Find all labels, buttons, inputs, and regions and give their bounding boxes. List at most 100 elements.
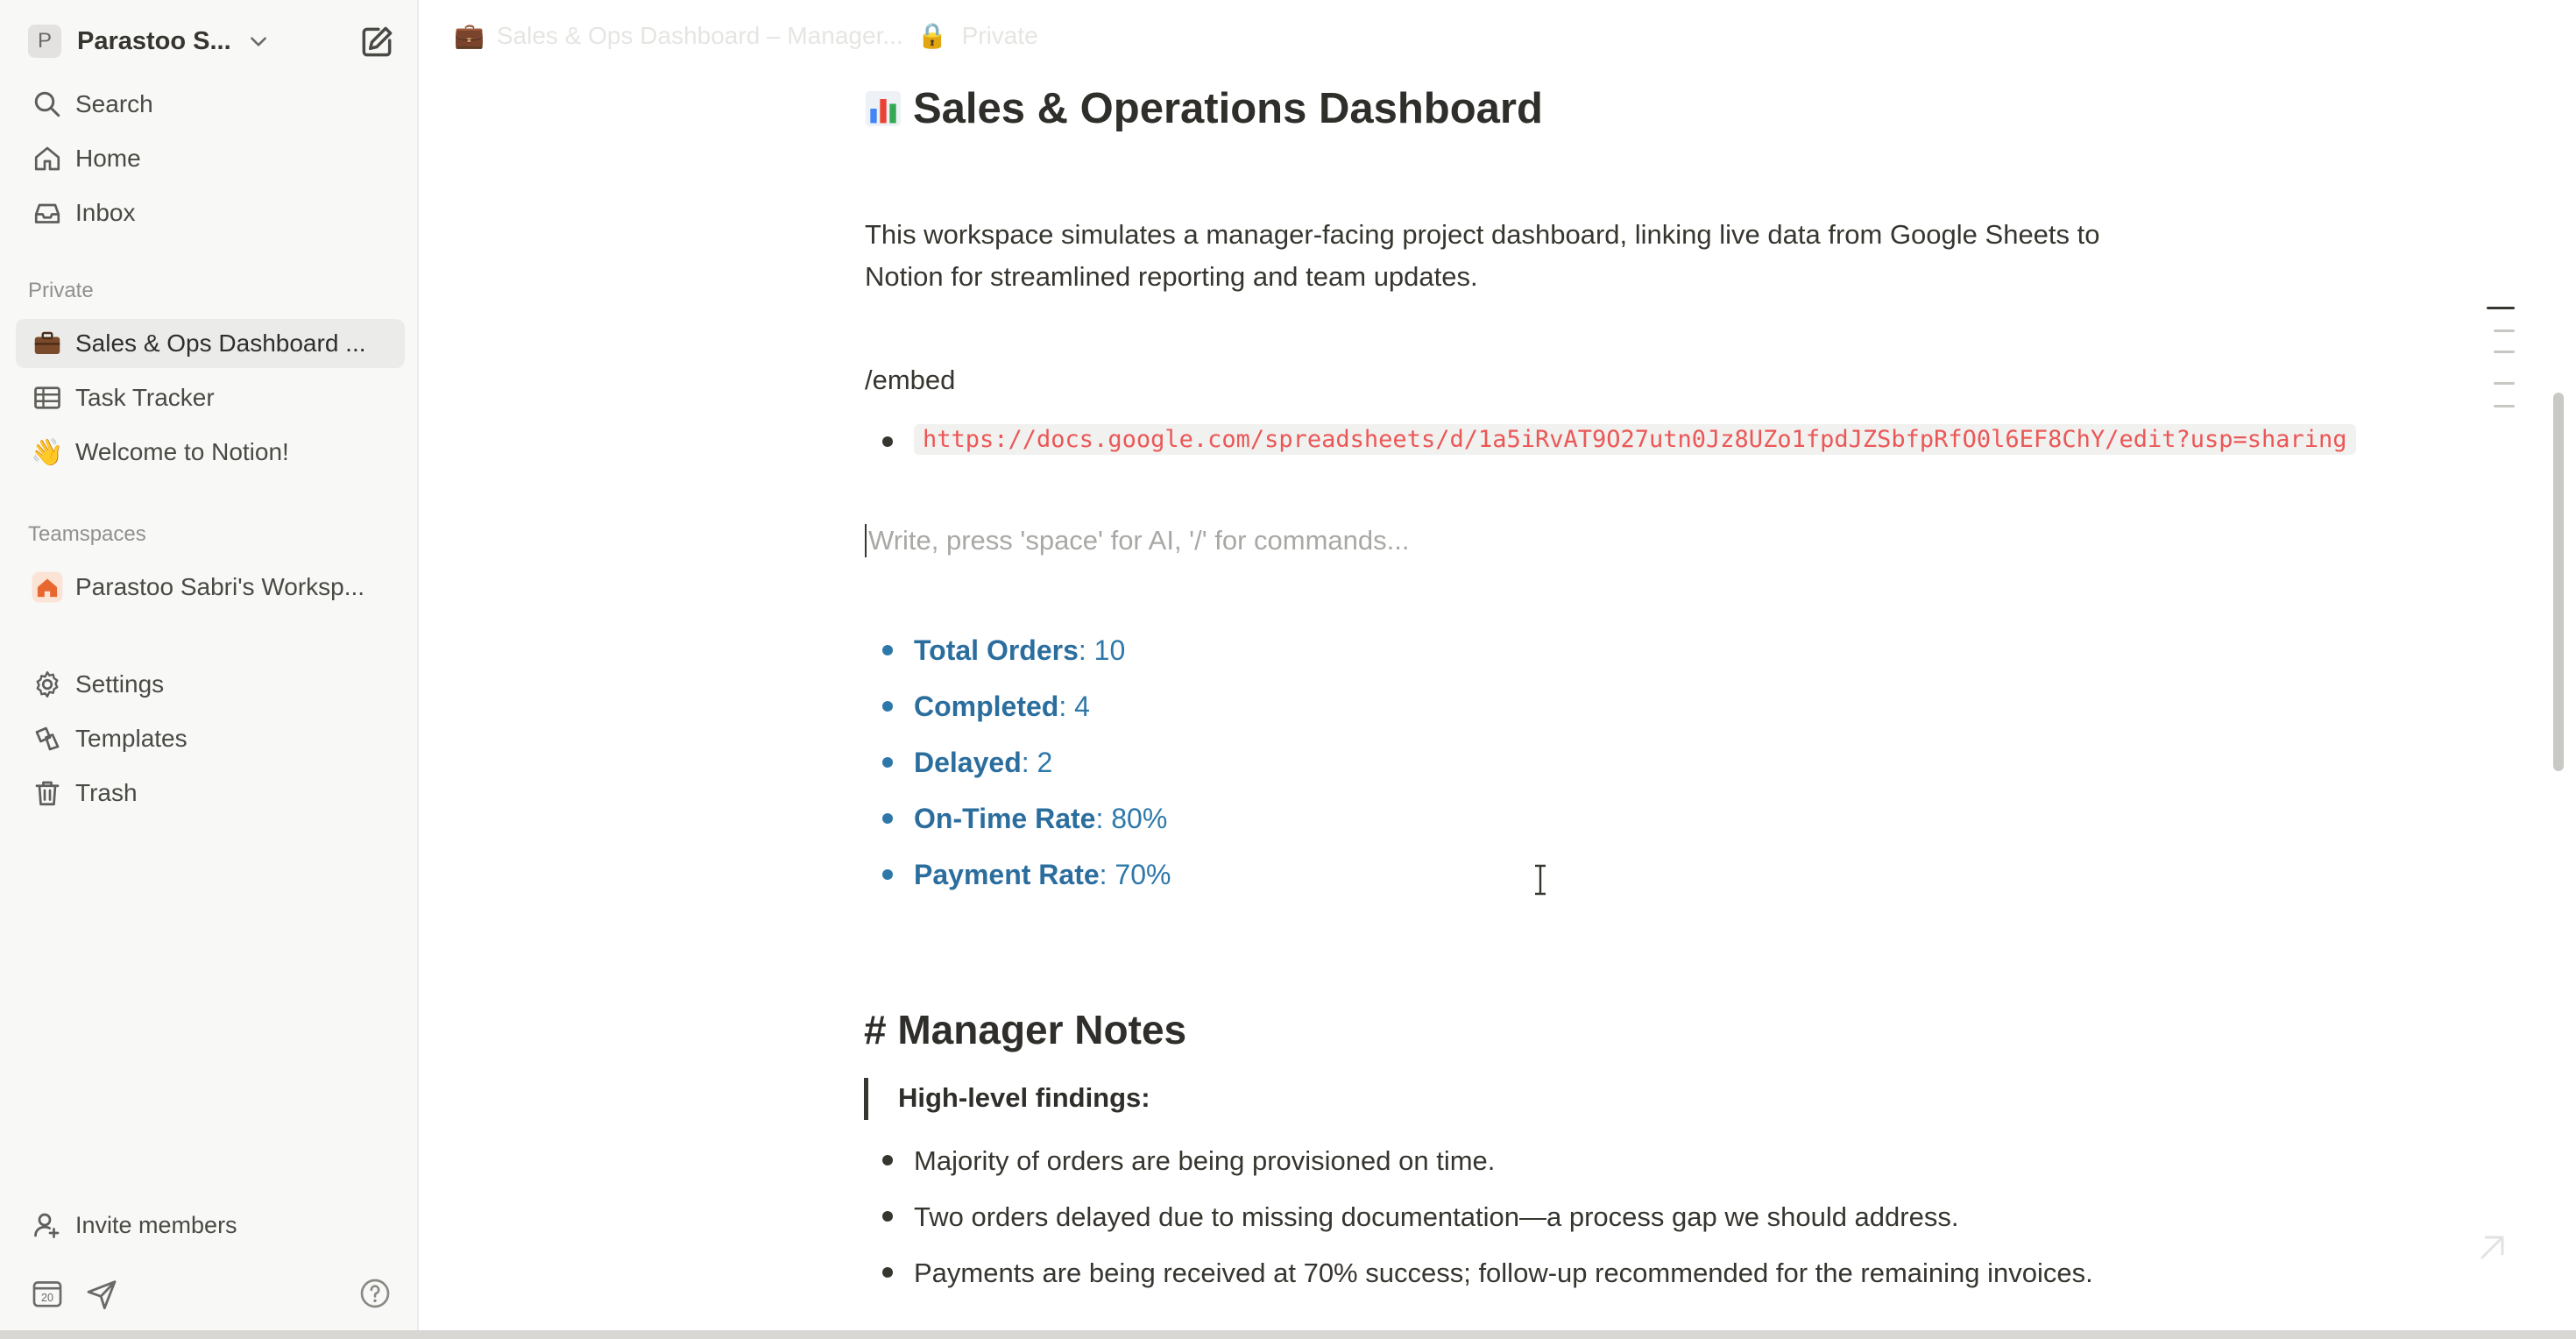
sidebar-item-home[interactable]: Home <box>16 134 405 183</box>
private-section-label: Private <box>28 279 94 302</box>
bullet-dot <box>882 869 893 880</box>
sidebar-item-inbox[interactable]: Inbox <box>16 188 405 237</box>
search-icon <box>30 87 65 122</box>
breadcrumb-status: Private <box>961 21 1038 49</box>
metric-value: : 70% <box>1099 859 1171 890</box>
send-icon[interactable] <box>84 1276 119 1311</box>
metric-payment-rate[interactable]: Payment Rate: 70% <box>914 859 1171 891</box>
page-title[interactable]: Sales & Operations Dashboard <box>864 84 1543 133</box>
page-title-text: Sales & Operations Dashboard <box>913 85 1543 132</box>
outline-marker[interactable] <box>2494 351 2515 353</box>
sidebar-item-sales-ops-dashboard[interactable]: Sales & Ops Dashboard ... <box>16 319 405 368</box>
workspace-name: Parastoo S... <box>77 26 231 55</box>
intro-paragraph[interactable]: This workspace simulates a manager-facin… <box>865 214 2109 298</box>
sidebar-item-label: Trash <box>75 779 138 806</box>
metric-value: : 2 <box>1021 747 1053 778</box>
sidebar-item-label: Search <box>75 90 153 117</box>
house-icon <box>30 570 65 605</box>
metric-delayed[interactable]: Delayed: 2 <box>914 747 1052 779</box>
help-sparkle-icon[interactable] <box>2471 1227 2513 1269</box>
metric-label: On-Time Rate <box>914 803 1096 834</box>
bar-chart-icon <box>865 90 902 127</box>
trash-icon <box>30 776 65 811</box>
sidebar: P Parastoo S... Search Home Inbox Privat… <box>0 0 419 1339</box>
text-cursor-icon <box>1535 864 1546 896</box>
bullet-dot <box>882 1211 893 1222</box>
metric-label: Total Orders <box>914 634 1079 666</box>
scrollbar[interactable] <box>2553 393 2564 771</box>
calendar-icon[interactable]: 20 <box>30 1276 65 1311</box>
window-bottom-edge <box>0 1330 2576 1339</box>
bullet-dot <box>882 813 893 824</box>
finding-item[interactable]: Payments are being received at 70% succe… <box>914 1253 2123 1293</box>
briefcase-icon <box>30 326 65 361</box>
outline-marker[interactable] <box>2494 382 2515 385</box>
bullet-dot <box>882 757 893 768</box>
metric-label: Payment Rate <box>914 859 1100 890</box>
metric-label: Completed <box>914 691 1059 722</box>
outline-marker[interactable] <box>2494 405 2515 407</box>
sidebar-item-label: Task Tracker <box>75 384 215 411</box>
sidebar-item-label: Home <box>75 145 141 172</box>
metric-value: : 10 <box>1078 634 1126 666</box>
sidebar-item-welcome[interactable]: 👋 Welcome to Notion! <box>16 428 405 477</box>
metric-value: : 80% <box>1095 803 1168 834</box>
embed-url-link[interactable]: https://docs.google.com/spreadsheets/d/1… <box>914 419 2526 461</box>
findings-quote[interactable]: High-level findings: <box>898 1082 1150 1114</box>
bullet-dot <box>882 645 893 655</box>
sidebar-item-label: Templates <box>75 725 188 752</box>
sidebar-item-task-tracker[interactable]: Task Tracker <box>16 373 405 422</box>
bullet-dot <box>882 1155 893 1165</box>
teamspaces-section-label: Teamspaces <box>28 522 146 546</box>
breadcrumb[interactable]: 💼 Sales & Ops Dashboard – Manager... 🔒 P… <box>454 21 1038 50</box>
new-page-icon[interactable] <box>357 23 396 61</box>
sidebar-item-trash[interactable]: Trash <box>16 769 405 818</box>
invite-members-label: Invite members <box>75 1211 237 1238</box>
embed-command[interactable]: /embed <box>865 365 955 396</box>
sidebar-item-templates[interactable]: Templates <box>16 714 405 763</box>
metric-completed[interactable]: Completed: 4 <box>914 691 1090 723</box>
finding-item[interactable]: Majority of orders are being provisioned… <box>914 1141 2123 1181</box>
workspace-switcher[interactable]: P Parastoo S... <box>28 23 270 60</box>
quote-bar <box>864 1078 868 1120</box>
chevron-down-icon <box>250 37 266 46</box>
workspace-avatar: P <box>28 25 61 58</box>
outline-marker[interactable] <box>2494 329 2515 332</box>
topbar: 💼 Sales & Ops Dashboard – Manager... 🔒 P… <box>419 0 2576 70</box>
page-content: 💼 Sales & Ops Dashboard – Manager... 🔒 P… <box>419 0 2576 1339</box>
inbox-icon <box>30 195 65 230</box>
table-icon <box>30 380 65 415</box>
sidebar-item-label: Settings <box>75 670 165 698</box>
invite-members-button[interactable]: Invite members <box>16 1201 405 1250</box>
sidebar-item-label: Parastoo Sabri's Worksp... <box>75 573 365 600</box>
metric-label: Delayed <box>914 747 1022 778</box>
placeholder-text: Write, press 'space' for AI, '/' for com… <box>868 525 1410 556</box>
templates-icon <box>30 721 65 756</box>
breadcrumb-title: Sales & Ops Dashboard – Manager... <box>496 21 903 49</box>
embed-url-text: https://docs.google.com/spreadsheets/d/1… <box>914 424 2356 455</box>
bullet-dot <box>882 701 893 712</box>
metric-total-orders[interactable]: Total Orders: 10 <box>914 634 1125 667</box>
breadcrumb-page-icon: 💼 <box>454 22 485 49</box>
wave-icon: 👋 <box>31 437 64 467</box>
sidebar-item-label: Welcome to Notion! <box>75 438 289 465</box>
sidebar-item-label: Sales & Ops Dashboard ... <box>75 329 366 357</box>
finding-item[interactable]: Two orders delayed due to missing docume… <box>914 1197 2123 1237</box>
manager-notes-heading[interactable]: # Manager Notes <box>864 1006 1186 1053</box>
metric-value: : 4 <box>1058 691 1090 722</box>
sidebar-item-teamspace[interactable]: Parastoo Sabri's Worksp... <box>16 563 405 612</box>
calendar-day-text: 20 <box>41 1292 53 1304</box>
outline-marker[interactable] <box>2487 307 2515 309</box>
text-caret <box>865 524 867 557</box>
home-icon <box>30 141 65 176</box>
bullet-dot <box>882 436 893 447</box>
bullet-dot <box>882 1267 893 1278</box>
user-plus-icon <box>30 1208 65 1243</box>
sidebar-item-settings[interactable]: Settings <box>16 660 405 709</box>
editor-placeholder[interactable]: Write, press 'space' for AI, '/' for com… <box>865 524 1409 557</box>
gear-icon <box>30 667 65 702</box>
help-icon[interactable] <box>357 1276 393 1311</box>
metric-on-time-rate[interactable]: On-Time Rate: 80% <box>914 803 1167 835</box>
sidebar-item-search[interactable]: Search <box>16 80 405 129</box>
sidebar-item-label: Inbox <box>75 199 136 226</box>
